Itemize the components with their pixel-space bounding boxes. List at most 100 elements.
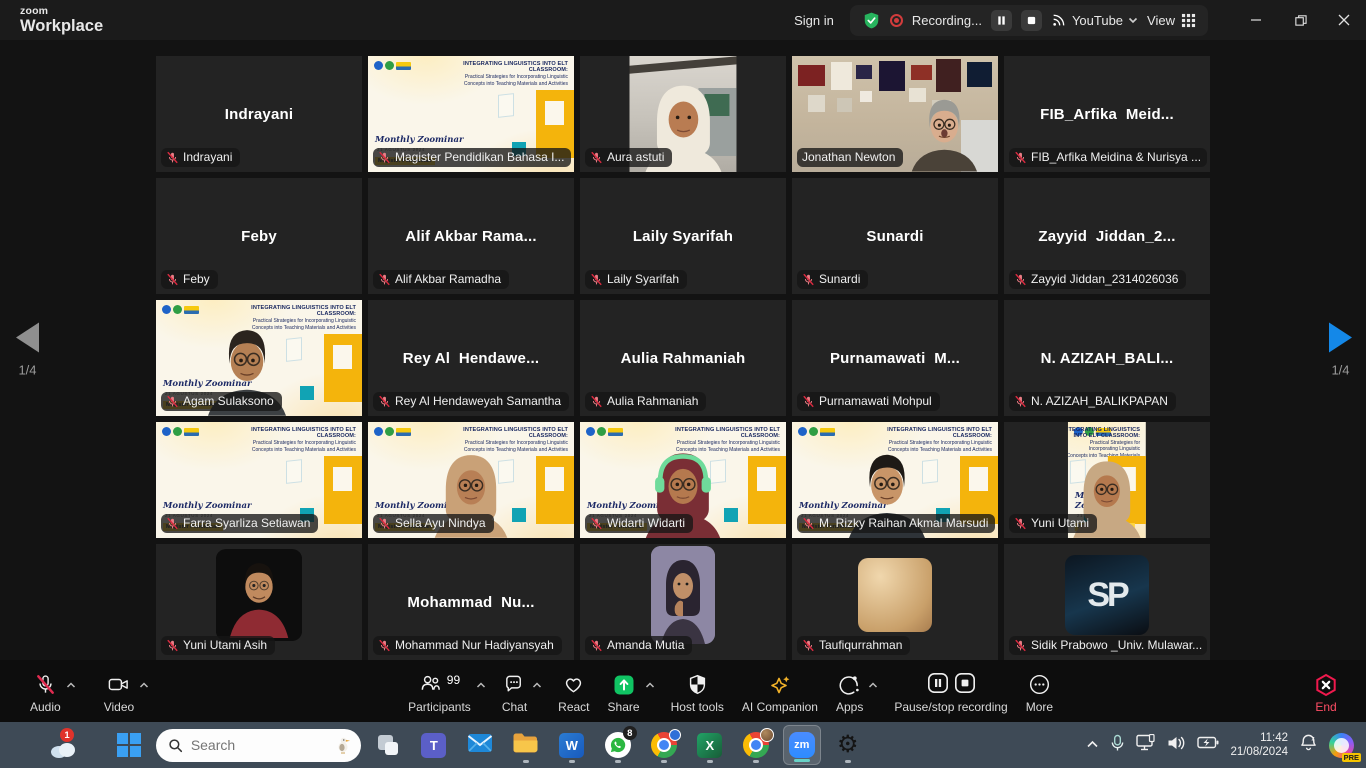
zoom-app-icon[interactable]: zm <box>783 725 821 765</box>
participant-tile[interactable]: Aulia RahmaniahAulia Rahmaniah <box>580 300 786 416</box>
participant-tile[interactable]: Taufiqurrahman <box>792 544 998 660</box>
participant-tile[interactable]: INTEGRATING LINGUISTICS INTO ELT CLASSRO… <box>156 422 362 538</box>
participant-tile[interactable]: INTEGRATING LINGUISTICS INTO ELT CLASSRO… <box>368 422 574 538</box>
notification-bell-icon[interactable]: z <box>1299 733 1318 757</box>
slide-title: INTEGRATING LINGUISTICS INTO ELT CLASSRO… <box>658 427 780 439</box>
participant-tile[interactable]: Zayyid Jiddan_2...Zayyid Jiddan_23140260… <box>1004 178 1210 294</box>
minimize-button[interactable] <box>1234 0 1278 40</box>
slide-script-title: Monthly Zoominar <box>375 135 463 145</box>
chrome-app-icon[interactable] <box>645 725 683 765</box>
tray-mic-icon[interactable] <box>1110 734 1125 757</box>
participant-name-label: Sunardi <box>797 270 868 289</box>
task-view-icon <box>378 735 398 755</box>
participant-tile[interactable]: INTEGRATING LINGUISTICS INTO ELT CLASSRO… <box>156 300 362 416</box>
participant-tile[interactable]: Rey Al Hendawe...Rey Al Hendaweyah Saman… <box>368 300 574 416</box>
react-button[interactable]: React <box>556 669 591 714</box>
participants-options-chevron[interactable] <box>473 669 486 692</box>
settings-app-icon[interactable]: ⚙ <box>829 725 867 765</box>
teams-app-icon[interactable]: T <box>415 725 453 765</box>
tray-display-icon[interactable] <box>1136 734 1156 756</box>
participants-button[interactable]: 99 Participants <box>406 669 473 714</box>
video-options-chevron[interactable] <box>136 669 149 692</box>
more-button[interactable]: More <box>1024 669 1055 714</box>
participant-tile[interactable]: SPSidik Prabowo _Univ. Mulawar... <box>1004 544 1210 660</box>
participant-label-text: Laily Syarifah <box>607 272 679 286</box>
tray-expand-chevron[interactable] <box>1086 736 1099 754</box>
participant-tile[interactable]: Alif Akbar Rama...Alif Akbar Ramadha <box>368 178 574 294</box>
file-explorer-icon[interactable] <box>507 725 545 765</box>
participant-tile[interactable]: IndrayaniIndrayani <box>156 56 362 172</box>
stop-recording-button[interactable] <box>1021 10 1042 31</box>
seminar-logos <box>162 427 199 436</box>
sign-in-button[interactable]: Sign in <box>794 13 834 28</box>
apps-options-chevron[interactable] <box>865 669 878 692</box>
participant-tile[interactable]: INTEGRATING LINGUISTICS INTO ELT CLASSRO… <box>368 56 574 172</box>
start-button[interactable] <box>110 725 148 765</box>
pause-recording-button[interactable] <box>991 10 1012 31</box>
participant-tile[interactable]: Purnamawati M...Purnamawati Mohpul <box>792 300 998 416</box>
mic-muted-icon <box>1014 273 1027 286</box>
participant-tile[interactable]: SunardiSunardi <box>792 178 998 294</box>
participant-tile[interactable]: N. AZIZAH_BALI...N. AZIZAH_BALIKPAPAN <box>1004 300 1210 416</box>
view-button[interactable]: View <box>1147 13 1196 28</box>
audio-button[interactable]: Audio <box>28 669 63 714</box>
audio-options-chevron[interactable] <box>63 669 76 692</box>
participant-name-label: Mohammad Nur Hadiyansyah <box>373 636 562 655</box>
pause-stop-recording-button[interactable]: Pause/stop recording <box>892 669 1009 714</box>
whatsapp-app-icon[interactable]: 8 <box>599 725 637 765</box>
excel-app-icon[interactable]: X <box>691 725 729 765</box>
participant-avatar: SP <box>1065 555 1149 635</box>
participant-label-text: FIB_Arfika Meidina & Nurisya ... <box>1031 150 1201 164</box>
participant-label-text: Purnamawati Mohpul <box>819 394 932 408</box>
participant-tile[interactable]: INTEGRATING LINGUISTICS INTO ELT CLASSRO… <box>580 422 786 538</box>
window-titlebar: zoom Workplace Sign in Recording... YouT… <box>0 0 1366 40</box>
teams-icon: T <box>421 733 446 758</box>
task-view-button[interactable] <box>369 725 407 765</box>
clock[interactable]: 11:42 21/08/2024 <box>1230 731 1288 760</box>
participant-label-text: Feby <box>183 272 210 286</box>
tray-battery-icon[interactable] <box>1197 736 1219 754</box>
copilot-icon[interactable]: PRE <box>1329 733 1354 758</box>
participant-tile[interactable]: Mohammad Nu...Mohammad Nur Hadiyansyah <box>368 544 574 660</box>
security-shield-icon[interactable] <box>862 11 881 30</box>
restore-button[interactable] <box>1278 0 1322 40</box>
tray-volume-icon[interactable] <box>1167 735 1186 756</box>
taskbar-search[interactable] <box>156 729 361 762</box>
previous-page-button[interactable]: 1/4 <box>16 323 39 378</box>
clock-date: 21/08/2024 <box>1230 745 1288 759</box>
participant-tile[interactable]: Amanda Mutia <box>580 544 786 660</box>
chat-button[interactable]: Chat <box>500 669 529 714</box>
page-indicator: 1/4 <box>1331 363 1349 378</box>
mail-app-icon[interactable] <box>461 725 499 765</box>
share-options-chevron[interactable] <box>642 669 655 692</box>
mic-muted-icon <box>590 395 603 408</box>
mic-muted-icon <box>590 273 603 286</box>
participant-tile[interactable]: Aura astuti <box>580 56 786 172</box>
mic-muted-icon <box>802 517 815 530</box>
host-tools-button[interactable]: Host tools <box>669 669 726 714</box>
ai-companion-button[interactable]: AI Companion <box>740 669 820 714</box>
participant-name-label: Rey Al Hendaweyah Samantha <box>373 392 569 411</box>
close-button[interactable] <box>1322 0 1366 40</box>
apps-button[interactable]: Apps <box>834 669 865 714</box>
chrome-profile-app-icon[interactable] <box>737 725 775 765</box>
participant-tile[interactable]: FebyFeby <box>156 178 362 294</box>
word-app-icon[interactable]: W <box>553 725 591 765</box>
next-page-button[interactable]: 1/4 <box>1329 323 1352 378</box>
participant-tile[interactable]: INTEGRATING LINGUISTICS INTO ELT CLASSRO… <box>792 422 998 538</box>
participant-tile[interactable]: INTEGRATING LINGUISTICS INTO ELT CLASSRO… <box>1004 422 1210 538</box>
participant-tile[interactable]: FIB_Arfika Meid...FIB_Arfika Meidina & N… <box>1004 56 1210 172</box>
participant-tile[interactable]: Jonathan Newton <box>792 56 998 172</box>
mic-muted-icon <box>378 395 391 408</box>
participant-tile[interactable]: Laily SyarifahLaily Syarifah <box>580 178 786 294</box>
live-stream-menu[interactable]: YouTube <box>1051 12 1138 28</box>
end-meeting-button[interactable]: End <box>1312 669 1340 714</box>
weather-widget[interactable]: 1 <box>48 730 82 760</box>
chat-options-chevron[interactable] <box>529 669 542 692</box>
logo-zoom-text: zoom <box>20 6 103 17</box>
search-input[interactable] <box>191 737 309 753</box>
video-button[interactable]: Video <box>102 669 136 714</box>
share-button[interactable]: Share <box>606 669 642 714</box>
participant-tile[interactable]: Yuni Utami Asih <box>156 544 362 660</box>
participant-label-text: Agam Sulaksono <box>183 394 274 408</box>
